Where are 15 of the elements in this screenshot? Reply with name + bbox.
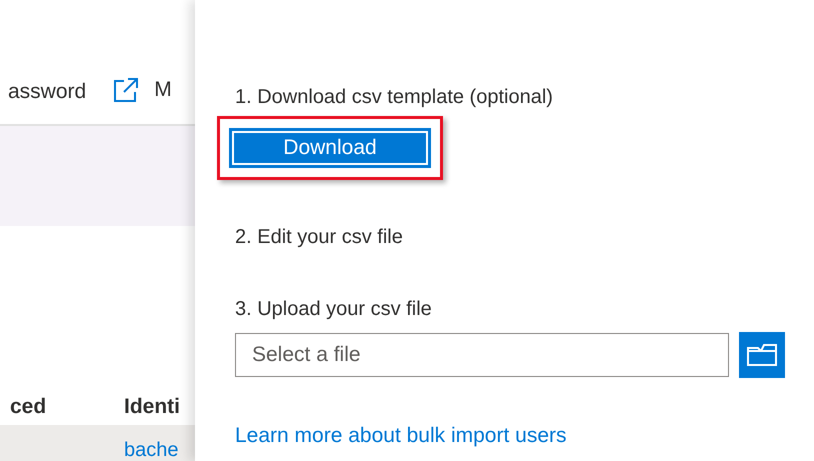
table-row[interactable]: bache xyxy=(0,425,195,461)
column-header[interactable]: ced xyxy=(0,395,124,419)
browse-button[interactable] xyxy=(739,332,785,378)
step-label: 3. Upload your csv file xyxy=(235,297,432,322)
toolbar-button[interactable]: assword xyxy=(8,80,86,104)
file-field[interactable]: Select a file xyxy=(235,333,729,377)
folder-icon xyxy=(747,344,777,366)
table-link[interactable]: bache xyxy=(124,439,195,461)
step-label: 1. Download csv template (optional) xyxy=(235,85,553,110)
learn-more-link[interactable]: Learn more about bulk import users xyxy=(235,424,566,448)
step-label: 2. Edit your csv file xyxy=(235,225,403,250)
external-link-icon xyxy=(112,76,140,104)
download-button[interactable]: Download xyxy=(229,128,431,168)
toolbar-button[interactable]: M xyxy=(154,78,172,102)
column-header[interactable]: Identi xyxy=(124,395,195,419)
